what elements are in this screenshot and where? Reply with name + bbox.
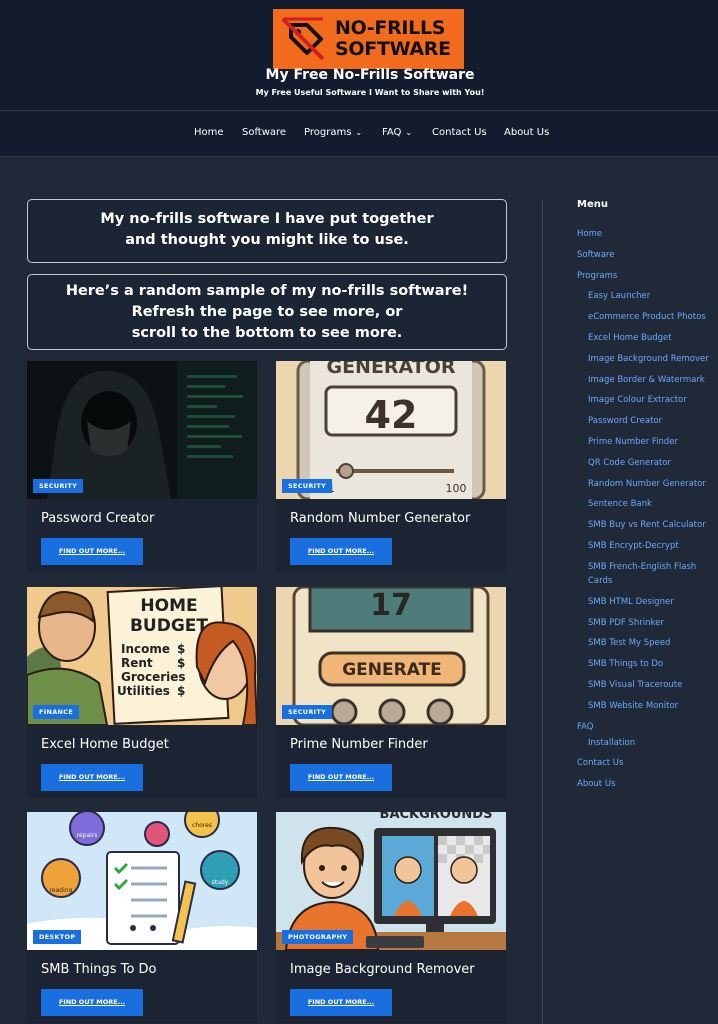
logo-text: NO-FRILLS SOFTWARE <box>335 18 451 60</box>
site-header: NO-FRILLS SOFTWARE My Free No-Frills Sof… <box>0 0 718 110</box>
slider-max: 100 <box>446 482 467 495</box>
chevron-down-icon: ⌄ <box>405 128 413 137</box>
sidebar-item-contact[interactable]: Contact Us <box>577 753 717 774</box>
card-title[interactable]: Prime Number Finder <box>290 737 428 752</box>
software-card: HOME BUDGET Income Rent Groceries Utilit… <box>27 587 257 798</box>
category-badge[interactable]: DESKTOP <box>33 930 82 944</box>
sidebar-item-installation[interactable]: Installation <box>577 737 717 753</box>
card-title[interactable]: Excel Home Budget <box>41 737 169 752</box>
generator-number: 42 <box>365 393 418 437</box>
sidebar-program-test-my-speed[interactable]: SMB Test My Speed <box>577 633 717 654</box>
find-out-more-button[interactable]: FIND OUT MORE... <box>290 764 392 791</box>
sidebar-program-buy-vs-rent[interactable]: SMB Buy vs Rent Calculator <box>577 515 717 536</box>
card-title[interactable]: Random Number Generator <box>290 511 470 526</box>
nav-about[interactable]: About Us <box>504 127 549 138</box>
budget-item: Income <box>121 642 170 656</box>
sidebar-program-image-background-remover[interactable]: Image Background Remover <box>577 349 717 370</box>
nav-faq-label: FAQ <box>382 127 402 138</box>
find-out-more-button[interactable]: FIND OUT MORE... <box>290 538 392 565</box>
sidebar-item-home[interactable]: Home <box>577 224 717 245</box>
software-card: BACKGROUNDS PHOTOGRAPHY Image Background… <box>276 812 506 1023</box>
sidebar-program-excel-home-budget[interactable]: Excel Home Budget <box>577 328 717 349</box>
sidebar-program-pdf-shrinker[interactable]: SMB PDF Shrinker <box>577 613 717 634</box>
sidebar-item-software[interactable]: Software <box>577 245 717 266</box>
sidebar-program-prime-number-finder[interactable]: Prime Number Finder <box>577 432 717 453</box>
sidebar-program-html-designer[interactable]: SMB HTML Designer <box>577 592 717 613</box>
category-badge[interactable]: FINANCE <box>33 705 80 719</box>
sidebar-program-encrypt-decrypt[interactable]: SMB Encrypt-Decrypt <box>577 536 717 557</box>
software-card: 17 GENERATE SECURITY Prime Number Finder… <box>276 587 506 798</box>
category-badge[interactable]: SECURITY <box>282 479 333 493</box>
budget-currency: $ <box>177 642 185 656</box>
sidebar-program-flash-cards[interactable]: SMB French-English Flash Cards <box>577 557 717 592</box>
budget-currency: $ <box>177 656 185 670</box>
software-card: GENERATOR 42 1 100 SECURITY Random Numbe… <box>276 361 506 572</box>
budget-heading-2: BUDGET <box>130 616 208 636</box>
sample-line2: Refresh the page to see more, or <box>131 304 403 320</box>
nav-faq[interactable]: FAQ ⌄ <box>382 127 412 138</box>
sidebar-program-qr-code-generator[interactable]: QR Code Generator <box>577 453 717 474</box>
sidebar-menu: Home Software Programs Easy Launcher eCo… <box>577 224 717 795</box>
find-out-more-button[interactable]: FIND OUT MORE... <box>290 989 392 1016</box>
find-out-more-button[interactable]: FIND OUT MORE... <box>41 764 143 791</box>
primary-nav: Home Software Programs ⌄ FAQ ⌄ Contact Us … <box>0 110 718 157</box>
nav-home[interactable]: Home <box>194 127 224 138</box>
nav-programs-label: Programs <box>304 127 352 138</box>
nav-software[interactable]: Software <box>242 127 286 138</box>
sample-box: Here’s a random sample of my no-frills s… <box>27 274 507 350</box>
sample-line3: scroll to the bottom to see more. <box>131 325 403 341</box>
sidebar-item-about[interactable]: About Us <box>577 774 717 795</box>
sidebar-heading: Menu <box>577 199 608 210</box>
budget-item: Rent <box>121 656 153 670</box>
software-card: SECURITY Password Creator FIND OUT MORE.… <box>27 361 257 572</box>
nav-contact[interactable]: Contact Us <box>432 127 487 138</box>
generator-heading: GENERATOR <box>326 361 455 378</box>
site-tagline: My Free Useful Software I Want to Share … <box>255 88 485 97</box>
sample-line1: Here’s a random sample of my no-frills s… <box>65 283 469 299</box>
sidebar-program-website-monitor[interactable]: SMB Website Monitor <box>577 696 717 717</box>
generate-label: GENERATE <box>342 660 442 680</box>
sidebar-program-image-border-watermark[interactable]: Image Border & Watermark <box>577 370 717 391</box>
sidebar-program-sentence-bank[interactable]: Sentence Bank <box>577 494 717 515</box>
intro-line2: and thought you might like to use. <box>125 232 409 248</box>
card-title[interactable]: Password Creator <box>41 511 154 526</box>
logo-line1: NO-FRILLS <box>335 17 446 39</box>
sidebar-program-random-number-generator[interactable]: Random Number Generator <box>577 474 717 495</box>
card-title[interactable]: Image Background Remover <box>290 962 475 977</box>
sidebar-program-image-colour-extractor[interactable]: Image Colour Extractor <box>577 390 717 411</box>
software-card: repairs chores reading study DESKTOP SMB… <box>27 812 257 1023</box>
bubble-label: study <box>212 879 229 886</box>
category-badge[interactable]: PHOTOGRAPHY <box>282 930 354 944</box>
find-out-more-button[interactable]: FIND OUT MORE... <box>41 989 143 1016</box>
tag-logo-icon <box>281 17 325 61</box>
site-title[interactable]: My Free No-Frills Software <box>0 67 718 83</box>
sidebar-item-programs[interactable]: Programs <box>577 266 717 287</box>
card-title[interactable]: SMB Things To Do <box>41 962 157 977</box>
chevron-down-icon: ⌄ <box>355 128 363 137</box>
logo-line2: SOFTWARE <box>335 38 451 60</box>
intro-box: My no-frills software I have put togethe… <box>27 199 507 263</box>
sidebar-program-easy-launcher[interactable]: Easy Launcher <box>577 286 717 307</box>
sidebar-program-visual-traceroute[interactable]: SMB Visual Traceroute <box>577 675 717 696</box>
sidebar-divider <box>542 199 543 1024</box>
prime-number: 17 <box>370 588 412 623</box>
sidebar-program-ecommerce-product-photos[interactable]: eCommerce Product Photos <box>577 307 717 328</box>
backgrounds-banner: BACKGROUNDS <box>380 812 493 822</box>
budget-currency: $ <box>177 684 185 698</box>
site-logo[interactable]: NO-FRILLS SOFTWARE <box>273 9 464 69</box>
sidebar-item-faq[interactable]: FAQ <box>577 717 717 738</box>
sidebar-program-password-creator[interactable]: Password Creator <box>577 411 717 432</box>
bubble-label: repairs <box>77 832 98 839</box>
category-badge[interactable]: SECURITY <box>282 705 333 719</box>
sidebar-program-things-to-do[interactable]: SMB Things to Do <box>577 654 717 675</box>
budget-item: Groceries <box>121 670 186 684</box>
budget-item: Utilities <box>117 684 170 698</box>
budget-heading-1: HOME <box>140 596 197 616</box>
nav-programs[interactable]: Programs ⌄ <box>304 127 362 138</box>
intro-line1: My no-frills software I have put togethe… <box>100 211 434 227</box>
bubble-label: chores <box>192 822 212 829</box>
bubble-label: reading <box>50 887 73 894</box>
category-badge[interactable]: SECURITY <box>33 479 84 493</box>
find-out-more-button[interactable]: FIND OUT MORE... <box>41 538 143 565</box>
